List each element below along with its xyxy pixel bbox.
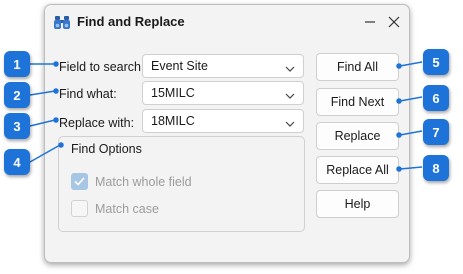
chevron-down-icon[interactable] — [285, 117, 295, 127]
callout-3: 3 — [4, 113, 30, 139]
field-to-search-value: Event Site — [151, 59, 208, 73]
help-button[interactable]: Help — [316, 190, 399, 218]
field-to-search-dropdown[interactable]: Event Site — [142, 54, 304, 78]
match-case-label: Match case — [95, 202, 159, 216]
replace-all-button[interactable]: Replace All — [316, 156, 399, 184]
callout-5: 5 — [423, 49, 449, 75]
match-case-checkbox[interactable] — [71, 200, 88, 217]
binoculars-icon — [54, 14, 70, 30]
find-next-button[interactable]: Find Next — [316, 88, 399, 116]
replace-with-label: Replace with: — [59, 116, 135, 130]
find-options-group: Find Options Match whole field Match cas… — [58, 136, 305, 232]
find-what-value: 15MILC — [151, 86, 195, 100]
find-options-title: Find Options — [71, 142, 142, 156]
field-to-search-label: Field to search: — [59, 60, 145, 74]
chevron-down-icon — [285, 62, 295, 72]
close-icon[interactable] — [385, 13, 403, 31]
dialog-title: Find and Replace — [77, 14, 185, 29]
minimize-icon[interactable] — [361, 13, 379, 31]
find-what-input[interactable]: 15MILC — [142, 81, 304, 105]
find-what-label: Find what: — [59, 87, 117, 101]
callout-6: 6 — [423, 85, 449, 111]
match-whole-field-checkbox[interactable] — [71, 173, 88, 190]
replace-with-value: 18MILC — [151, 114, 195, 128]
callout-7: 7 — [423, 119, 449, 145]
match-whole-field-label: Match whole field — [95, 175, 192, 189]
find-all-button[interactable]: Find All — [316, 53, 399, 81]
callout-8: 8 — [423, 155, 449, 181]
callout-2: 2 — [4, 82, 30, 108]
chevron-down-icon[interactable] — [285, 89, 295, 99]
replace-with-input[interactable]: 18MILC — [142, 109, 304, 133]
find-replace-dialog: Find and Replace Field to search: Event … — [44, 4, 410, 263]
callout-1: 1 — [4, 51, 30, 77]
replace-button[interactable]: Replace — [316, 122, 399, 150]
callout-4: 4 — [4, 149, 30, 175]
title-bar: Find and Replace — [45, 5, 409, 39]
